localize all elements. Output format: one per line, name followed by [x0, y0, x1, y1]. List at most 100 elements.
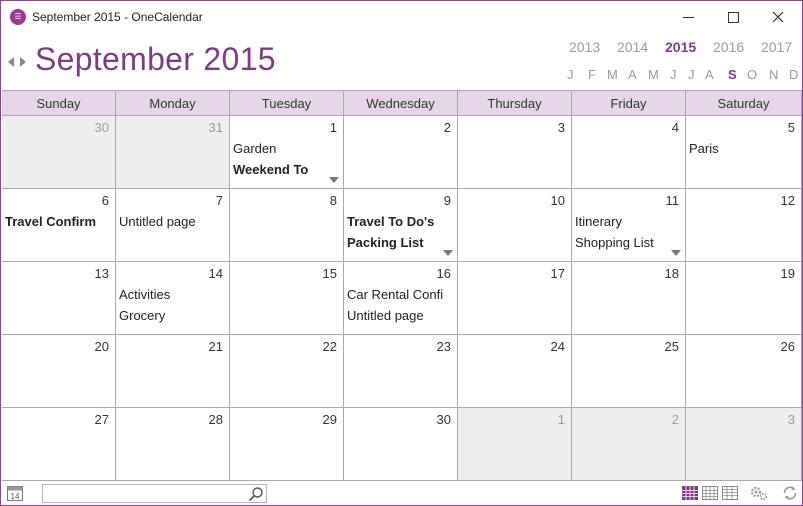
- month-option[interactable]: M: [607, 67, 618, 82]
- day-cell[interactable]: 12: [686, 189, 802, 262]
- day-number: 9: [443, 193, 451, 208]
- maximize-icon: [727, 11, 739, 23]
- minimize-icon: [682, 16, 694, 18]
- day-cell[interactable]: 28: [116, 408, 230, 481]
- calendar-page-entry[interactable]: Untitled page: [119, 211, 215, 232]
- prev-next-month-arrows-icon[interactable]: [7, 55, 27, 69]
- app-icon: ☰: [10, 9, 26, 25]
- day-number: 24: [550, 339, 565, 354]
- calendar-page-entry[interactable]: Untitled page: [347, 305, 443, 326]
- calendar-page-entry[interactable]: Itinerary: [575, 211, 671, 232]
- year-option[interactable]: 2014: [617, 39, 648, 55]
- calendar-month-view-icon[interactable]: [682, 486, 698, 500]
- day-cell[interactable]: 25: [572, 335, 686, 408]
- weekday-header: Sunday: [2, 90, 116, 116]
- settings-gears-icon[interactable]: [750, 485, 768, 501]
- day-cell[interactable]: 16 Car Rental Confi Untitled page: [344, 262, 458, 335]
- day-cell[interactable]: 30: [2, 116, 116, 189]
- search-icon[interactable]: [248, 486, 264, 502]
- weekday-header: Wednesday: [344, 90, 458, 116]
- day-cell[interactable]: 27: [2, 408, 116, 481]
- today-calendar-icon[interactable]: 14: [7, 485, 23, 501]
- month-option[interactable]: J: [688, 67, 695, 82]
- day-cell[interactable]: 9 Travel To Do's Packing List: [344, 189, 458, 262]
- year-option[interactable]: 2017: [761, 39, 792, 55]
- calendar-week-view-icon[interactable]: [702, 486, 718, 500]
- calendar-page-entry[interactable]: Paris: [689, 138, 787, 159]
- day-cell[interactable]: 1: [458, 408, 572, 481]
- calendar-page-entry[interactable]: Grocery: [119, 305, 215, 326]
- day-cell[interactable]: 3: [458, 116, 572, 189]
- day-cell[interactable]: 17: [458, 262, 572, 335]
- day-cell[interactable]: 13: [2, 262, 116, 335]
- day-number: 25: [664, 339, 679, 354]
- day-number: 17: [550, 266, 565, 281]
- more-entries-arrow-icon[interactable]: [671, 250, 681, 256]
- calendar-grid: Sunday Monday Tuesday Wednesday Thursday Frid…: [2, 90, 802, 481]
- month-option[interactable]: J: [670, 67, 677, 82]
- calendar-page-entry[interactable]: Car Rental Confi: [347, 284, 443, 305]
- day-cell[interactable]: 1 Garden Weekend To: [230, 116, 344, 189]
- year-option[interactable]: 2016: [713, 39, 744, 55]
- day-cell[interactable]: 23: [344, 335, 458, 408]
- day-number: 3: [787, 412, 795, 427]
- month-option[interactable]: A: [628, 67, 637, 82]
- day-cell[interactable]: 21: [116, 335, 230, 408]
- month-option[interactable]: M: [648, 67, 659, 82]
- weekday-header: Monday: [116, 90, 230, 116]
- day-number: 26: [780, 339, 795, 354]
- month-option[interactable]: F: [588, 67, 596, 82]
- day-cell[interactable]: 24: [458, 335, 572, 408]
- weekday-header: Tuesday: [230, 90, 344, 116]
- day-cell[interactable]: 26: [686, 335, 802, 408]
- day-number: 10: [550, 193, 565, 208]
- day-entries: Travel Confirm: [5, 211, 101, 232]
- day-cell[interactable]: 11 Itinerary Shopping List: [572, 189, 686, 262]
- day-cell[interactable]: 20: [2, 335, 116, 408]
- day-cell[interactable]: 6 Travel Confirm: [2, 189, 116, 262]
- day-cell[interactable]: 2: [572, 408, 686, 481]
- day-cell[interactable]: 14 Activities Grocery: [116, 262, 230, 335]
- month-option[interactable]: S: [728, 67, 737, 82]
- minimize-button[interactable]: [666, 5, 710, 29]
- year-option[interactable]: 2013: [569, 39, 600, 55]
- calendar-page-entry[interactable]: Packing List: [347, 232, 443, 253]
- calendar-page-entry[interactable]: Travel To Do's: [347, 211, 443, 232]
- day-cell[interactable]: 22: [230, 335, 344, 408]
- day-cell[interactable]: 5 Paris: [686, 116, 802, 189]
- calendar-page-entry[interactable]: Weekend To: [233, 159, 329, 180]
- more-entries-arrow-icon[interactable]: [443, 250, 453, 256]
- day-cell[interactable]: 10: [458, 189, 572, 262]
- day-number: 11: [665, 193, 680, 208]
- day-cell[interactable]: 4: [572, 116, 686, 189]
- calendar-page-entry[interactable]: Travel Confirm: [5, 211, 101, 232]
- day-cell[interactable]: 3: [686, 408, 802, 481]
- day-cell[interactable]: 31: [116, 116, 230, 189]
- day-cell[interactable]: 15: [230, 262, 344, 335]
- day-cell[interactable]: 2: [344, 116, 458, 189]
- close-button[interactable]: [756, 5, 800, 29]
- month-option[interactable]: A: [705, 67, 714, 82]
- month-option[interactable]: D: [789, 67, 798, 82]
- month-option[interactable]: N: [769, 67, 778, 82]
- day-cell[interactable]: 18: [572, 262, 686, 335]
- day-cell[interactable]: 19: [686, 262, 802, 335]
- sync-icon[interactable]: [781, 485, 799, 501]
- day-number: 29: [322, 412, 337, 427]
- day-cell[interactable]: 30: [344, 408, 458, 481]
- search-input[interactable]: [42, 484, 267, 503]
- calendar-page-entry[interactable]: Activities: [119, 284, 215, 305]
- maximize-button[interactable]: [711, 5, 755, 29]
- calendar-list-view-icon[interactable]: [722, 486, 738, 500]
- day-cell[interactable]: 7 Untitled page: [116, 189, 230, 262]
- more-entries-arrow-icon[interactable]: [329, 177, 339, 183]
- calendar-page-entry[interactable]: Shopping List: [575, 232, 671, 253]
- month-option[interactable]: O: [747, 67, 757, 82]
- day-cell[interactable]: 29: [230, 408, 344, 481]
- calendar-page-entry[interactable]: Garden: [233, 138, 329, 159]
- month-option[interactable]: J: [567, 67, 574, 82]
- year-selector: 2013 2014 2015 2016 2017: [561, 39, 797, 55]
- year-option[interactable]: 2015: [665, 39, 696, 55]
- day-cell[interactable]: 8: [230, 189, 344, 262]
- month-title: September 2015: [35, 41, 276, 77]
